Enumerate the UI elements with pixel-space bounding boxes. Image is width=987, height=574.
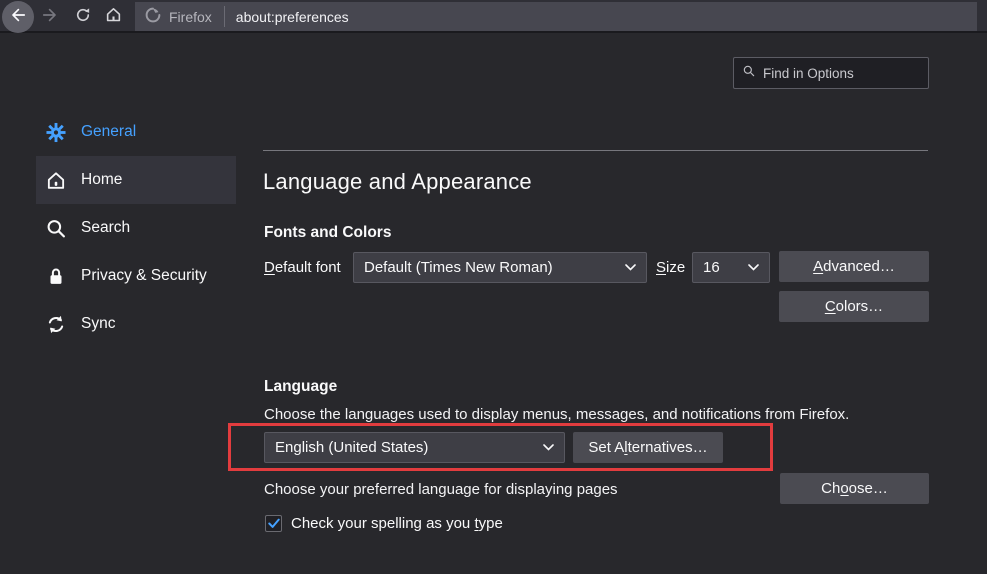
sidebar-item-home[interactable]: Home <box>36 156 236 204</box>
url-text: about:preferences <box>236 9 349 25</box>
sidebar-item-label: Home <box>81 171 122 189</box>
identity-label: Firefox <box>169 9 212 25</box>
size-label: Size <box>656 259 685 276</box>
application-language-select[interactable]: English (United States) <box>264 432 565 463</box>
sidebar-item-general[interactable]: General <box>36 108 236 156</box>
home-icon <box>104 5 123 28</box>
sidebar-item-sync[interactable]: Sync <box>36 300 236 348</box>
urlbar-separator <box>224 6 225 27</box>
spellcheck-label: Check your spelling as you type <box>291 515 503 532</box>
colors-button[interactable]: Colors… <box>779 291 929 322</box>
sidebar: General Home Search Privacy & Security <box>36 108 236 348</box>
default-font-value: Default (Times New Roman) <box>364 259 619 276</box>
checkmark-icon <box>268 518 280 529</box>
pages-language-description: Choose your preferred language for displ… <box>264 481 618 498</box>
browser-toolbar: Firefox about:preferences <box>0 0 987 33</box>
default-font-select[interactable]: Default (Times New Roman) <box>353 252 647 283</box>
application-language-value: English (United States) <box>275 439 537 456</box>
chevron-down-icon <box>748 264 759 271</box>
language-heading: Language <box>264 378 337 396</box>
sidebar-item-search[interactable]: Search <box>36 204 236 252</box>
set-alternatives-button[interactable]: Set Alternatives… <box>573 432 723 463</box>
sidebar-item-label: General <box>81 123 136 141</box>
lock-icon <box>45 265 67 287</box>
font-size-select[interactable]: 16 <box>692 252 770 283</box>
spellcheck-row: Check your spelling as you type <box>265 515 503 532</box>
sync-icon <box>45 313 67 335</box>
chevron-down-icon <box>625 264 636 271</box>
firefox-logo-icon <box>144 6 162 28</box>
search-input[interactable] <box>763 66 940 81</box>
home-button[interactable] <box>101 0 125 33</box>
page-title: Language and Appearance <box>263 169 532 195</box>
spellcheck-checkbox[interactable] <box>265 515 282 532</box>
magnifier-icon <box>742 64 756 82</box>
back-arrow-icon <box>8 5 28 29</box>
reload-button[interactable] <box>71 0 95 33</box>
chevron-down-icon <box>543 444 554 451</box>
fonts-and-colors-heading: Fonts and Colors <box>264 224 391 242</box>
language-description: Choose the languages used to display men… <box>264 406 849 423</box>
advanced-button[interactable]: Advanced… <box>779 251 929 282</box>
font-size-value: 16 <box>703 259 742 276</box>
section-divider <box>263 150 928 151</box>
choose-button[interactable]: Choose… <box>780 473 929 504</box>
sidebar-item-label: Privacy & Security <box>81 267 207 285</box>
sidebar-item-label: Sync <box>81 315 115 333</box>
default-font-label: Default font <box>264 259 341 276</box>
forward-button[interactable] <box>38 0 62 33</box>
sidebar-item-label: Search <box>81 219 130 237</box>
sidebar-item-privacy-security[interactable]: Privacy & Security <box>36 252 236 300</box>
find-in-options-box[interactable] <box>733 57 929 89</box>
forward-arrow-icon <box>40 5 60 29</box>
gear-icon <box>45 121 67 143</box>
reload-icon <box>74 6 92 28</box>
url-bar[interactable]: Firefox about:preferences <box>135 2 977 31</box>
search-icon <box>45 217 67 239</box>
back-button[interactable] <box>2 1 34 33</box>
home-icon <box>45 169 67 191</box>
